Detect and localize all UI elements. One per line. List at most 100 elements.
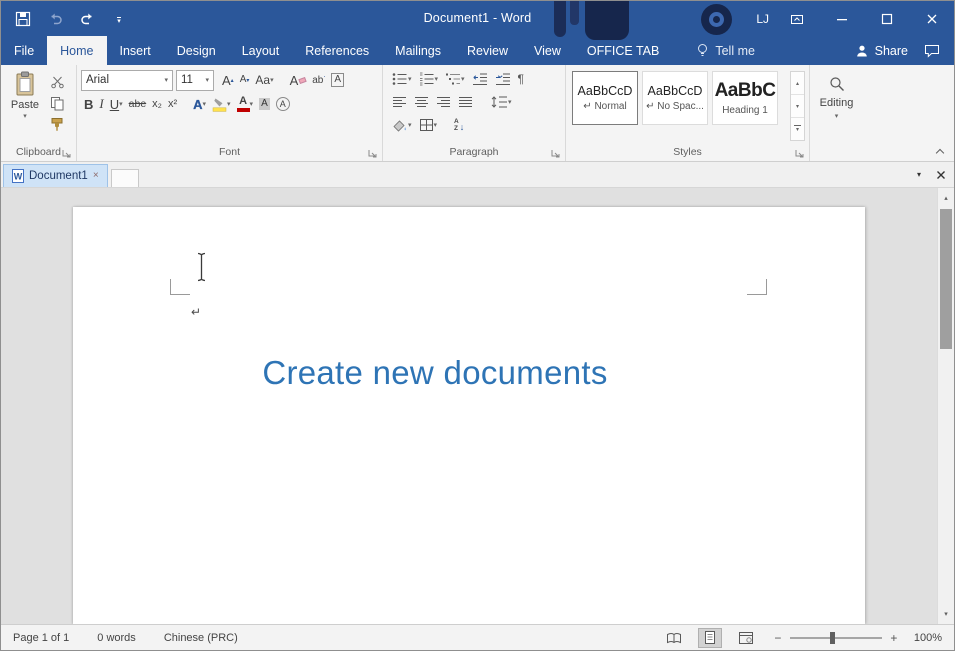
shrink-font-button[interactable]: A▾ xyxy=(237,69,253,91)
scrollbar-thumb[interactable] xyxy=(940,209,952,349)
read-mode-button[interactable] xyxy=(662,628,686,648)
show-paragraph-marks-button[interactable]: ¶ xyxy=(515,68,527,90)
increase-indent-button[interactable] xyxy=(492,68,514,90)
styles-dialog-launcher[interactable] xyxy=(794,148,804,158)
clear-formatting-button[interactable]: A xyxy=(287,69,310,91)
ribbon: Paste ▾ Clipboard xyxy=(1,65,954,162)
character-border-button[interactable]: A xyxy=(328,69,347,91)
cut-button[interactable] xyxy=(47,74,67,90)
clipboard-dialog-launcher[interactable] xyxy=(61,148,71,158)
style-normal[interactable]: AaBbCcD ↵ Normal xyxy=(572,71,638,125)
strikethrough-button[interactable]: abe xyxy=(126,93,150,115)
word-count-indicator[interactable]: 0 words xyxy=(97,632,136,644)
font-color-button[interactable]: A ▾ xyxy=(234,93,257,115)
tab-layout[interactable]: Layout xyxy=(229,36,293,65)
tab-file[interactable]: File xyxy=(1,36,47,65)
tab-insert[interactable]: Insert xyxy=(107,36,164,65)
copy-button[interactable] xyxy=(47,95,67,111)
line-spacing-button[interactable]: ▾ xyxy=(487,91,515,113)
close-button[interactable] xyxy=(909,1,954,36)
italic-button[interactable]: I xyxy=(96,93,106,115)
scroll-down-button[interactable]: ▾ xyxy=(938,606,954,622)
tab-design[interactable]: Design xyxy=(164,36,229,65)
font-dialog-launcher[interactable] xyxy=(367,148,377,158)
underline-button[interactable]: U▾ xyxy=(107,93,126,115)
styles-more-button[interactable]: ▾ xyxy=(791,118,804,140)
undo-button[interactable] xyxy=(45,8,65,30)
tab-list-dropdown-button[interactable]: ▾ xyxy=(910,166,928,184)
tab-home[interactable]: Home xyxy=(47,36,106,65)
maximize-button[interactable] xyxy=(864,1,909,36)
tab-mailings[interactable]: Mailings xyxy=(382,36,454,65)
document-tab-active[interactable]: W Document1 × xyxy=(3,164,108,187)
scroll-up-button[interactable]: ▴ xyxy=(938,190,954,206)
page-count-indicator[interactable]: Page 1 of 1 xyxy=(13,632,69,644)
borders-button[interactable]: ▾ xyxy=(416,114,441,136)
tab-view[interactable]: View xyxy=(521,36,574,65)
save-button[interactable] xyxy=(13,8,33,30)
grow-font-button[interactable]: A▴ xyxy=(219,69,237,91)
phonetic-guide-button[interactable]: abˊ xyxy=(309,69,328,91)
share-button[interactable]: Share xyxy=(845,36,918,65)
document-page[interactable]: ↵ Create new documents xyxy=(73,207,865,624)
font-size-combo[interactable]: 11 ▾ xyxy=(176,70,214,91)
zoom-level-indicator[interactable]: 100% xyxy=(914,632,942,644)
close-document-button[interactable] xyxy=(932,166,950,184)
tab-office-tab[interactable]: OFFICE TAB xyxy=(574,36,672,65)
superscript-button[interactable]: x² xyxy=(165,93,180,115)
new-document-tab[interactable] xyxy=(111,169,139,187)
tab-review[interactable]: Review xyxy=(454,36,521,65)
numbering-button[interactable]: ▾ xyxy=(416,68,442,90)
multilevel-list-button[interactable]: ▾ xyxy=(442,68,468,90)
align-center-button[interactable] xyxy=(411,91,432,113)
chevron-down-icon: ▾ xyxy=(270,77,274,84)
styles-scroll-down-button[interactable]: ▾ xyxy=(791,95,804,118)
minimize-button[interactable] xyxy=(819,1,864,36)
chevron-down-icon: ▾ xyxy=(119,101,123,108)
subscript-button[interactable]: x₂ xyxy=(149,93,165,115)
text-effects-button[interactable]: A▾ xyxy=(190,93,209,115)
zoom-slider-thumb[interactable] xyxy=(830,632,835,644)
enclose-characters-button[interactable]: A xyxy=(273,93,293,115)
align-left-button[interactable] xyxy=(389,91,410,113)
character-shading-button[interactable]: A xyxy=(256,93,273,115)
zoom-out-button[interactable]: − xyxy=(770,631,786,645)
language-indicator[interactable]: Chinese (PRC) xyxy=(164,632,238,644)
font-name-value: Arial xyxy=(86,74,161,86)
style-no-spacing[interactable]: AaBbCcD ↵ No Spac... xyxy=(642,71,708,125)
borders-grid-icon xyxy=(419,118,434,132)
paste-button[interactable]: Paste ▾ xyxy=(3,67,47,143)
lightbulb-icon xyxy=(696,43,709,58)
sort-button[interactable]: AZ ↓ xyxy=(451,114,467,136)
align-right-button[interactable] xyxy=(433,91,454,113)
format-painter-button[interactable] xyxy=(47,116,67,132)
close-tab-icon[interactable]: × xyxy=(93,171,99,181)
redo-button[interactable] xyxy=(77,8,97,30)
chevron-down-icon: ▾ xyxy=(205,77,209,84)
customize-qat-button[interactable]: ▾ xyxy=(109,8,129,30)
style-heading-1[interactable]: AaBbC Heading 1 xyxy=(712,71,778,125)
highlight-color-button[interactable]: ▾ xyxy=(209,93,234,115)
tell-me-box[interactable]: Tell me xyxy=(686,36,765,65)
zoom-in-button[interactable]: + xyxy=(886,631,902,645)
account-initials[interactable]: LJ xyxy=(756,12,769,26)
web-layout-icon xyxy=(738,631,754,645)
bold-button[interactable]: B xyxy=(81,93,96,115)
vertical-scrollbar[interactable]: ▴ ▾ xyxy=(937,188,954,624)
print-layout-button[interactable] xyxy=(698,628,722,648)
paragraph-dialog-launcher[interactable] xyxy=(550,148,560,158)
decrease-indent-button[interactable] xyxy=(469,68,491,90)
shading-button[interactable]: ▾ xyxy=(389,114,415,136)
ribbon-display-options-button[interactable] xyxy=(789,11,805,27)
tab-references[interactable]: References xyxy=(292,36,382,65)
editing-button[interactable]: Editing ▾ xyxy=(812,67,861,161)
comments-button[interactable] xyxy=(918,36,954,65)
change-case-button[interactable]: Aa▾ xyxy=(252,69,276,91)
styles-scroll-up-button[interactable]: ▴ xyxy=(791,72,804,95)
web-layout-button[interactable] xyxy=(734,628,758,648)
zoom-slider[interactable] xyxy=(790,637,882,639)
bullets-button[interactable]: ▾ xyxy=(389,68,415,90)
font-name-combo[interactable]: Arial ▾ xyxy=(81,70,173,91)
collapse-ribbon-button[interactable] xyxy=(936,147,944,155)
justify-button[interactable] xyxy=(455,91,476,113)
